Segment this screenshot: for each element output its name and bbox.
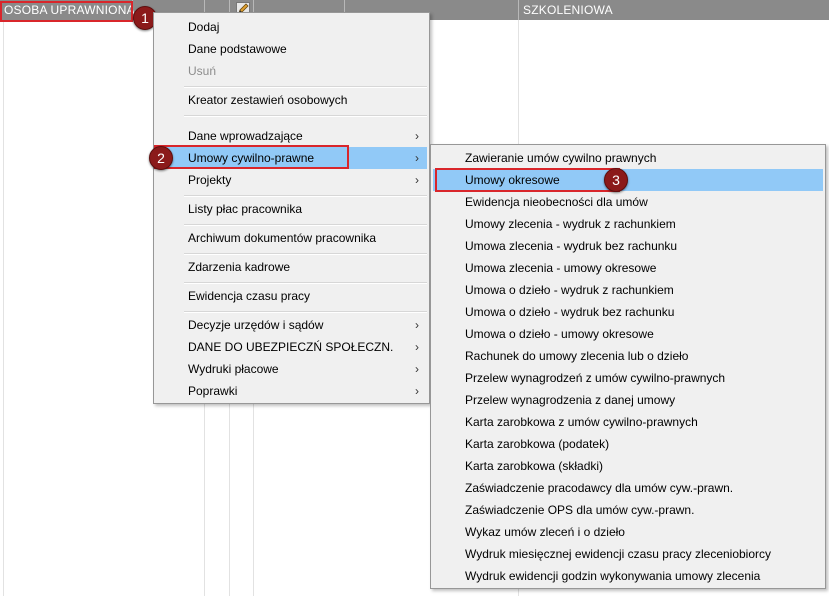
menu-item-ewidencja-czasu-pracy[interactable]: Ewidencja czasu pracy <box>156 285 427 307</box>
submenu-item-zaswiadczenie-ops[interactable]: Zaświadczenie OPS dla umów cyw.-prawn. <box>433 499 823 521</box>
menu-separator-highlight <box>184 312 427 313</box>
submenu-item-zaswiadczenie-pracodawcy[interactable]: Zaświadczenie pracodawcy dla umów cyw.-p… <box>433 477 823 499</box>
menu-separator-highlight <box>184 87 427 88</box>
menu-item-label: Decyzje urzędów i sądów <box>188 318 324 332</box>
chevron-right-icon: › <box>415 151 419 165</box>
column-divider <box>518 0 519 20</box>
menu-item-kreator-zestawien[interactable]: Kreator zestawień osobowych <box>156 89 427 111</box>
callout-highlight-umowy-okresowe <box>435 168 620 192</box>
submenu-item-przelew-wynagrodzenia[interactable]: Przelew wynagrodzenia z danej umowy <box>433 389 823 411</box>
submenu-item-wydruk-ewidencji-godzin[interactable]: Wydruk ewidencji godzin wykonywania umow… <box>433 565 823 587</box>
chevron-right-icon: › <box>415 384 419 398</box>
step-badge-3: 3 <box>604 168 628 192</box>
menu-separator-highlight <box>184 225 427 226</box>
menu-item-label: Dane wprowadzające <box>188 129 303 143</box>
submenu-item-rachunek[interactable]: Rachunek do umowy zlecenia lub o dzieło <box>433 345 823 367</box>
menu-item-listy-plac[interactable]: Listy płac pracownika <box>156 198 427 220</box>
submenu-item-karta-podatek[interactable]: Karta zarobkowa (podatek) <box>433 433 823 455</box>
chevron-right-icon: › <box>415 129 419 143</box>
grid-line <box>3 20 4 596</box>
menu-separator-highlight <box>184 196 427 197</box>
menu-item-dane-do-ubezpieczen[interactable]: DANE DO UBEZPIECZŃ SPOŁECZN. › <box>156 336 427 358</box>
submenu-item-zlecenia-bez-rachunku[interactable]: Umowa zlecenia - wydruk bez rachunku <box>433 235 823 257</box>
callout-highlight-column-header <box>0 1 133 22</box>
menu-item-usun[interactable]: Usuń <box>156 60 427 82</box>
submenu-item-zlecenia-okresowe[interactable]: Umowa zlecenia - umowy okresowe <box>433 257 823 279</box>
step-badge-2: 2 <box>149 146 173 170</box>
menu-item-dane-podstawowe[interactable]: Dane podstawowe <box>156 38 427 60</box>
menu-item-label: Wydruki płacowe <box>188 362 279 376</box>
column-header-szkoleniowa[interactable]: SZKOLENIOWA <box>523 3 613 17</box>
submenu-item-wykaz-umow[interactable]: Wykaz umów zleceń i o dzieło <box>433 521 823 543</box>
menu-separator-highlight <box>184 116 427 117</box>
submenu-umowy-cywilno-prawne: Zawieranie umów cywilno prawnych Umowy o… <box>430 144 826 589</box>
chevron-right-icon: › <box>415 340 419 354</box>
menu-item-dodaj[interactable]: Dodaj <box>156 16 427 38</box>
menu-item-archiwum-dokumentow[interactable]: Archiwum dokumentów pracownika <box>156 227 427 249</box>
menu-separator-highlight <box>184 283 427 284</box>
submenu-item-zawieranie-umow[interactable]: Zawieranie umów cywilno prawnych <box>433 147 823 169</box>
submenu-item-karta-zarobkowa[interactable]: Karta zarobkowa z umów cywilno-prawnych <box>433 411 823 433</box>
menu-item-label: Projekty <box>188 173 232 187</box>
submenu-item-wydruk-miesiecznej-ewidencji[interactable]: Wydruk miesięcznej ewidencji czasu pracy… <box>433 543 823 565</box>
chevron-right-icon: › <box>415 362 419 376</box>
submenu-item-dzielo-bez-rachunku[interactable]: Umowa o dzieło - wydruk bez rachunku <box>433 301 823 323</box>
submenu-item-zlecenia-z-rachunkiem[interactable]: Umowy zlecenia - wydruk z rachunkiem <box>433 213 823 235</box>
menu-item-poprawki[interactable]: Poprawki › <box>156 380 427 402</box>
menu-item-decyzje-urzedow[interactable]: Decyzje urzędów i sądów › <box>156 314 427 336</box>
submenu-item-dzielo-z-rachunkiem[interactable]: Umowa o dzieło - wydruk z rachunkiem <box>433 279 823 301</box>
callout-highlight-umowy-cywilno-prawne <box>154 145 349 169</box>
menu-item-zdarzenia-kadrowe[interactable]: Zdarzenia kadrowe <box>156 256 427 278</box>
context-menu: Dodaj Dane podstawowe Usuń Kreator zesta… <box>153 12 430 404</box>
submenu-item-karta-skladki[interactable]: Karta zarobkowa (składki) <box>433 455 823 477</box>
submenu-item-przelew-wynagrodzen[interactable]: Przelew wynagrodzeń z umów cywilno-prawn… <box>433 367 823 389</box>
menu-item-wydruki-placowe[interactable]: Wydruki płacowe › <box>156 358 427 380</box>
menu-item-dane-wprowadzajace[interactable]: Dane wprowadzające › <box>156 125 427 147</box>
chevron-right-icon: › <box>415 318 419 332</box>
submenu-item-dzielo-okresowe[interactable]: Umowa o dzieło - umowy okresowe <box>433 323 823 345</box>
chevron-right-icon: › <box>415 173 419 187</box>
menu-separator-highlight <box>184 254 427 255</box>
menu-item-label: Poprawki <box>188 384 238 398</box>
menu-item-label: DANE DO UBEZPIECZŃ SPOŁECZN. <box>188 340 394 354</box>
submenu-item-ewidencja-nieobecnosci[interactable]: Ewidencja nieobecności dla umów <box>433 191 823 213</box>
menu-item-projekty[interactable]: Projekty › <box>156 169 427 191</box>
